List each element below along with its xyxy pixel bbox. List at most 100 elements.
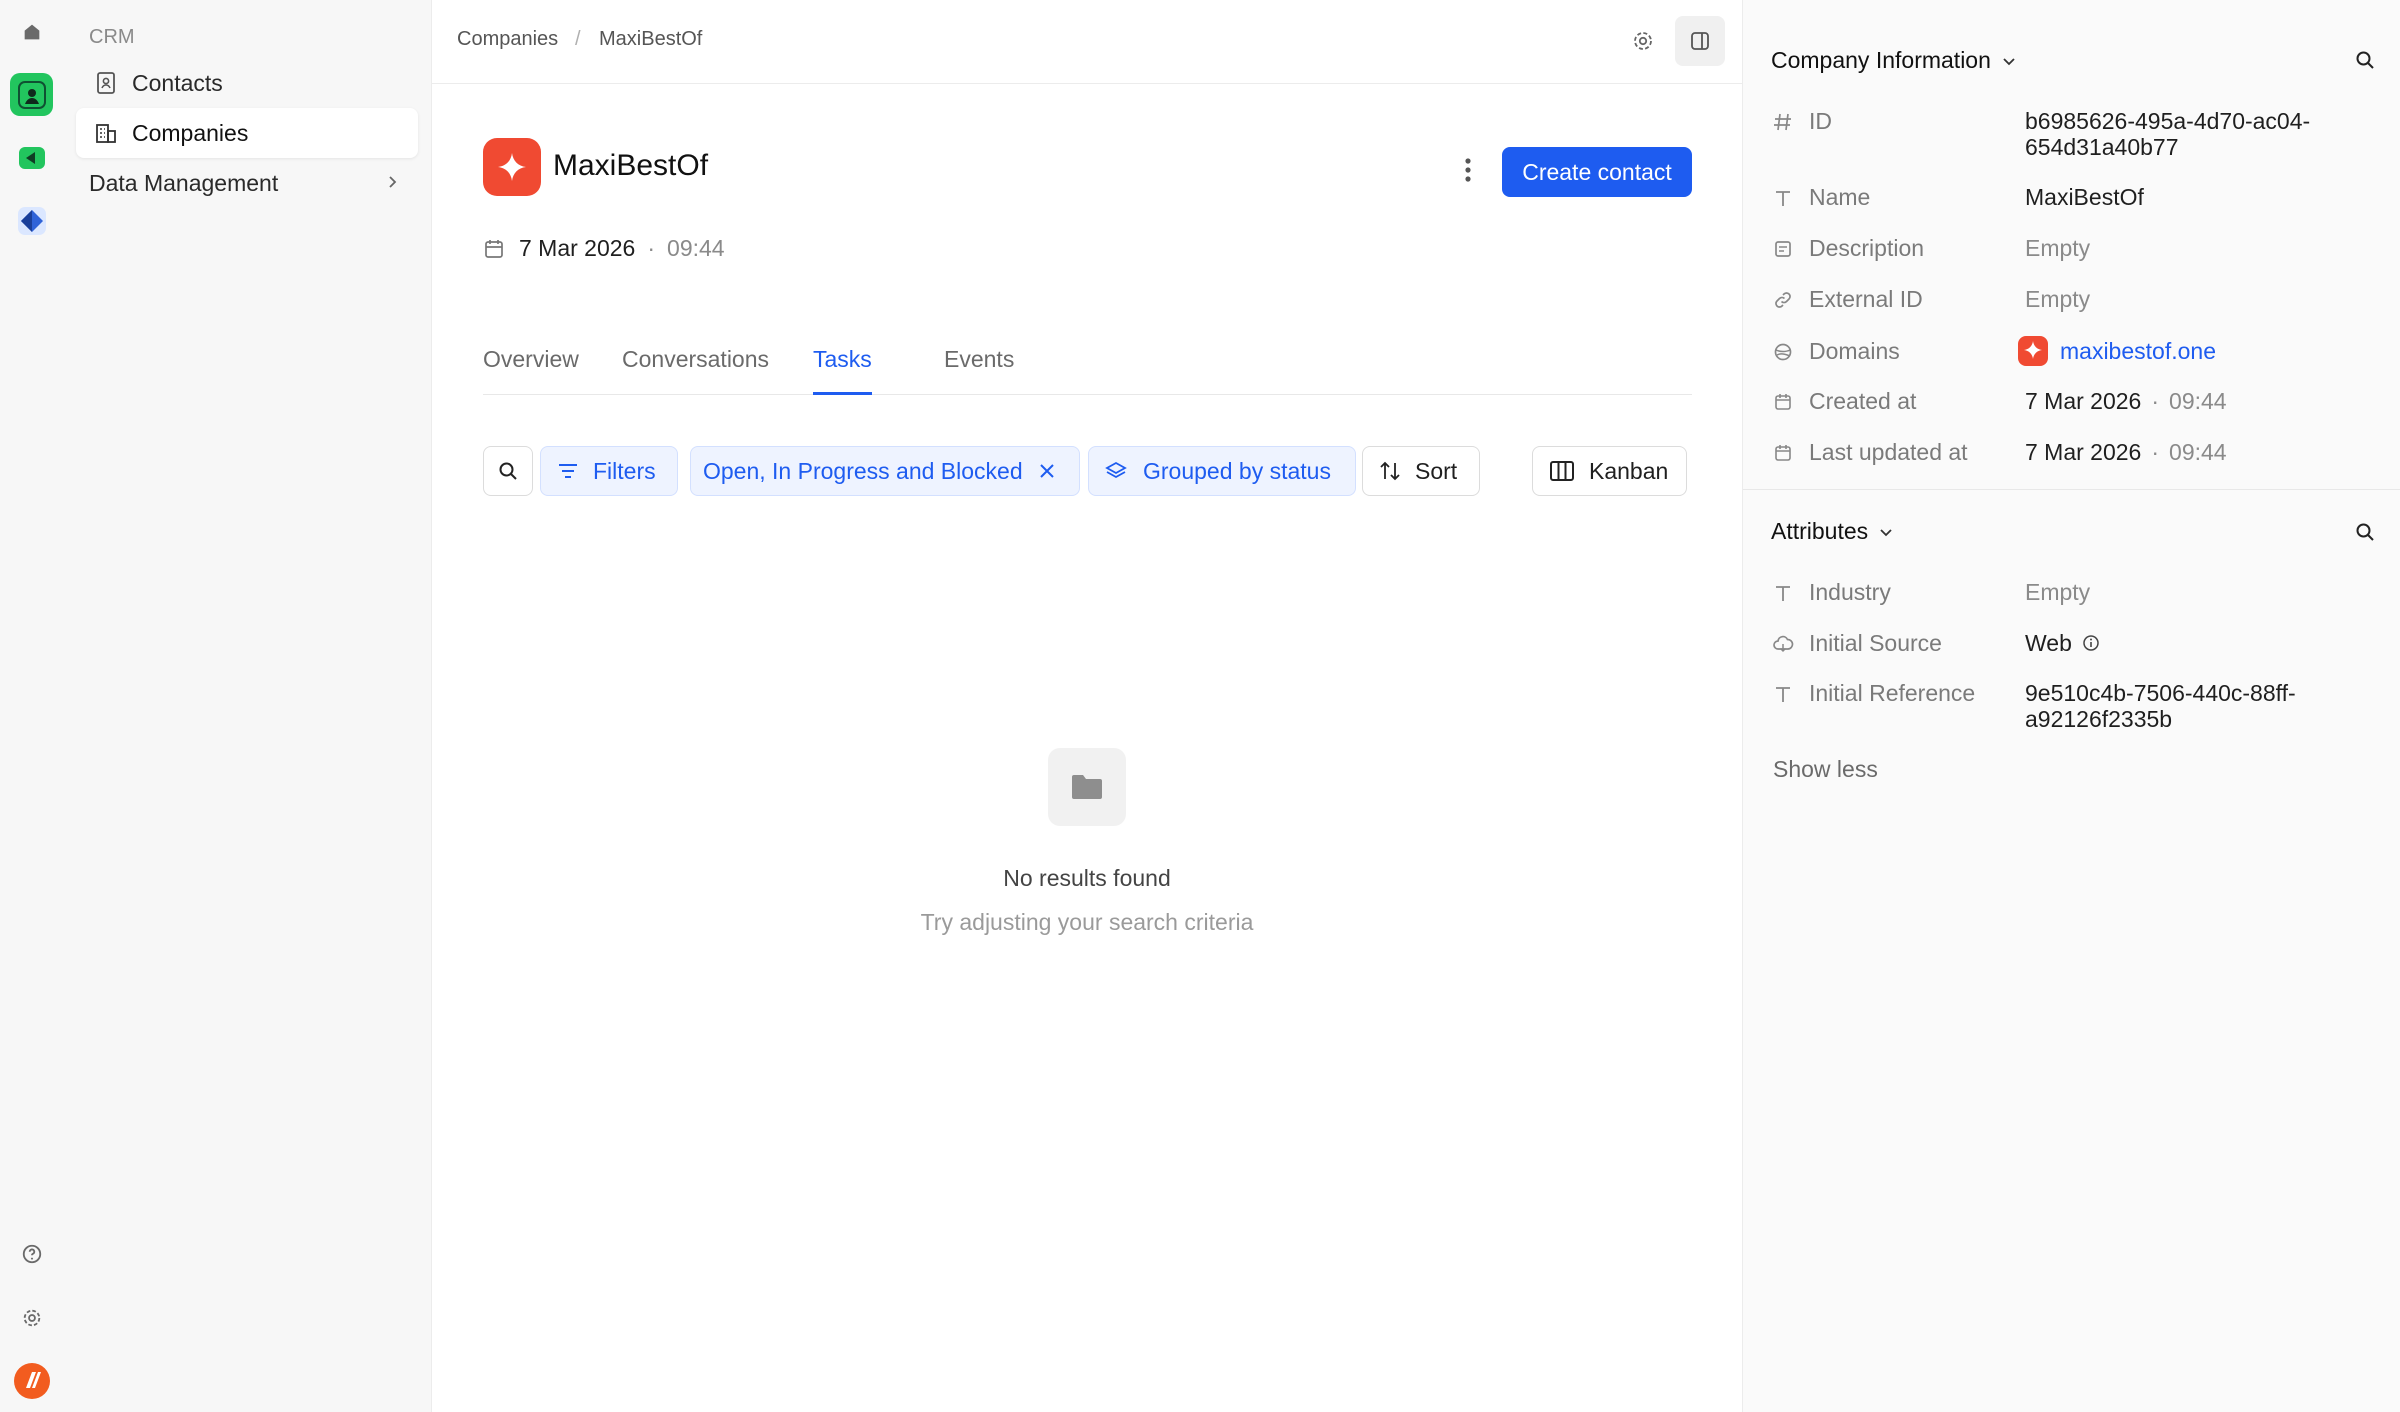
date-text: 7 Mar 2026 [2025,439,2142,465]
note-icon [1771,237,1795,261]
tab-overview[interactable]: Overview [483,346,579,395]
company-name: MaxiBestOf [553,149,709,182]
field-value[interactable]: Empty [2025,579,2365,605]
attributes-header[interactable]: Attributes [1771,518,1894,545]
search-icon[interactable] [2351,518,2379,546]
company-information-header[interactable]: Company Information [1771,47,2017,74]
user-avatar-icon[interactable] [10,1359,53,1402]
folder-icon [1048,748,1126,826]
diamond-app-icon[interactable] [10,199,53,242]
field-label: Created at [1771,388,1916,415]
label-text: External ID [1809,286,1923,312]
label-text: Initial Source [1809,630,1942,656]
field-value[interactable]: 7 Mar 2026 · 09:44 [2025,388,2365,414]
create-contact-button[interactable]: Create contact [1502,147,1692,197]
link-icon [1771,288,1795,312]
time-text: 09:44 [2169,439,2227,465]
group-chip-label: Grouped by status [1143,457,1331,484]
field-value[interactable]: 9e510c4b-7506-440c-88ff- a92126f2335b [2025,680,2365,732]
sort-label: Sort [1415,457,1458,484]
sidebar-item-label: Data Management [89,169,279,196]
home-icon[interactable] [10,10,53,53]
building-icon [94,121,118,145]
show-less-button[interactable]: Show less [1773,756,1878,783]
hash-icon [1771,110,1795,134]
label-text: ID [1809,108,1832,134]
chevron-down-icon [2001,53,2017,69]
calendar-icon [483,238,505,260]
label-text: Last updated at [1809,439,1968,465]
field-value[interactable]: Web [2025,630,2365,656]
sidebar-item-data-management[interactable]: Data Management [76,158,418,208]
more-options-button[interactable] [1456,152,1480,188]
chevron-down-icon [1878,524,1894,540]
globe-icon [1771,340,1795,364]
filter-icon [557,461,579,481]
label-text: Industry [1809,579,1891,605]
sidebar: CRM Contacts Companies Data Management [63,0,432,1412]
settings-button[interactable] [1618,16,1668,66]
settings-icon[interactable] [10,1296,53,1339]
reference-value-line-1: 9e510c4b-7506-440c-88ff- [2025,680,2296,706]
search-button[interactable] [483,446,533,496]
id-value-line-1: b6985626-495a-4d70-ac04- [2025,108,2311,134]
breadcrumb-companies[interactable]: Companies [457,28,558,51]
contact-book-icon [94,71,118,95]
date-text: 7 Mar 2026 [2025,388,2142,414]
separator-dot: · [647,235,656,261]
time-text: 09:44 [2169,388,2227,414]
filter-chip-label: Open, In Progress and Blocked [703,457,1023,484]
field-value[interactable]: Empty [2025,286,2365,312]
favicon-icon [2018,336,2048,366]
text-icon [1771,186,1795,210]
sidebar-item-contacts[interactable]: Contacts [76,58,418,108]
panel-divider [1743,489,2400,490]
field-value[interactable]: 7 Mar 2026 · 09:44 [2025,439,2365,465]
date-text: 7 Mar 2026 [519,235,636,261]
label-text: Initial Reference [1809,680,1976,706]
close-icon[interactable] [1037,461,1057,481]
app-rail [0,0,63,1412]
id-value-line-2: 654d31a40b77 [2025,134,2179,160]
label-text: Description [1809,235,1925,261]
field-value[interactable]: MaxiBestOf [2025,184,2365,210]
kanban-view-button[interactable]: Kanban [1532,446,1687,496]
empty-state-subtitle: Try adjusting your search criteria [920,909,1254,935]
info-icon[interactable] [2082,634,2100,652]
kanban-label: Kanban [1589,457,1669,484]
separator-dot: · [2151,388,2160,414]
main-content: Companies / MaxiBestOf MaxiBestOf Create… [432,0,1742,1412]
field-value[interactable]: maxibestof.one [2018,336,2358,366]
search-icon[interactable] [2351,46,2379,74]
tab-events[interactable]: Events [944,346,1014,395]
kanban-icon [1549,460,1575,482]
group-by-chip[interactable]: Grouped by status [1088,446,1356,496]
field-label: Industry [1771,579,1891,606]
tab-conversations[interactable]: Conversations [622,346,769,395]
section-title: Company Information [1771,47,1991,73]
top-bar: Companies / MaxiBestOf [432,0,1742,84]
calendar-icon [1771,390,1795,414]
sidebar-item-companies[interactable]: Companies [76,108,418,158]
field-value[interactable]: Empty [2025,235,2365,261]
toggle-panel-button[interactable] [1675,16,1725,66]
source-text: Web [2025,630,2072,656]
label-text: Created at [1809,388,1917,414]
domain-link[interactable]: maxibestof.one [2060,338,2216,364]
help-icon[interactable] [10,1232,53,1275]
tab-bar: Overview Conversations Tasks Events [483,330,1692,395]
field-label: Name [1771,184,1870,211]
field-label: Last updated at [1771,439,1968,466]
filters-button[interactable]: Filters [540,446,678,496]
crm-app-icon[interactable] [10,73,53,116]
cloud-icon [1771,632,1795,656]
video-app-icon[interactable] [10,136,53,179]
field-label: External ID [1771,286,1923,313]
field-value[interactable]: b6985626-495a-4d70-ac04- 654d31a40b77 [2025,108,2365,160]
label-text: Domains [1809,338,1900,364]
separator-dot: · [2151,439,2160,465]
status-filter-chip[interactable]: Open, In Progress and Blocked [690,446,1080,496]
sort-button[interactable]: Sort [1362,446,1480,496]
tab-tasks[interactable]: Tasks [813,346,872,395]
text-icon [1771,682,1795,706]
